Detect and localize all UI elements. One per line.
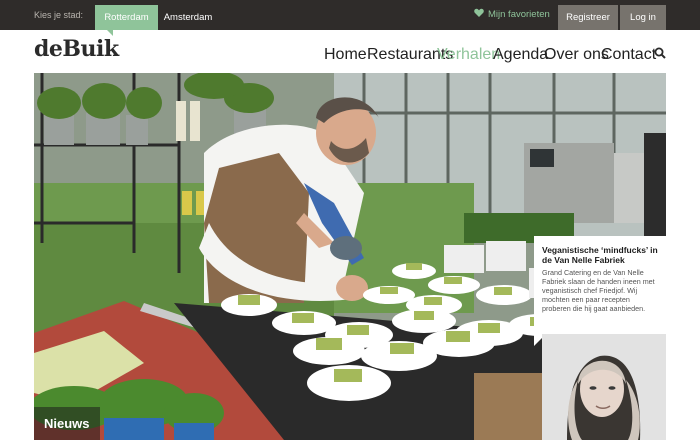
search-icon[interactable] — [654, 47, 666, 59]
nav-agenda[interactable]: Agenda — [493, 46, 548, 64]
city-selector-label: Kies je stad: — [34, 10, 84, 20]
site-logo[interactable]: deBuik — [34, 36, 119, 62]
city-tab-amsterdam[interactable]: Amsterdam — [158, 5, 218, 30]
hero-image[interactable]: Nieuws Veganistische ‘mindfucks’ in de V… — [34, 73, 666, 440]
story-card[interactable]: Veganistische ‘mindfucks’ in de Van Nell… — [534, 236, 666, 346]
nav-home[interactable]: Home — [324, 46, 367, 64]
register-button[interactable]: Registreer — [558, 5, 618, 30]
story-title[interactable]: Veganistische ‘mindfucks’ in de Van Nell… — [542, 245, 658, 265]
city-tab-rotterdam[interactable]: Rotterdam — [95, 5, 158, 36]
portrait-image — [542, 334, 666, 440]
nav-contact[interactable]: Contact — [601, 46, 656, 64]
favorites-label: Mijn favorieten — [488, 9, 550, 20]
login-button[interactable]: Log in — [620, 5, 666, 30]
nav-verhalen[interactable]: Verhalen — [437, 46, 500, 64]
heart-icon — [474, 9, 484, 18]
favorites-link[interactable]: Mijn favorieten — [474, 0, 550, 30]
story-text: Grand Catering en de Van Nelle Fabriek s… — [542, 268, 655, 313]
nav-over-ons[interactable]: Over ons — [544, 46, 609, 64]
category-label[interactable]: Nieuws — [34, 407, 100, 440]
top-bar: Kies je stad: Rotterdam Amsterdam Mijn f… — [0, 0, 700, 36]
author-photo — [542, 334, 666, 440]
